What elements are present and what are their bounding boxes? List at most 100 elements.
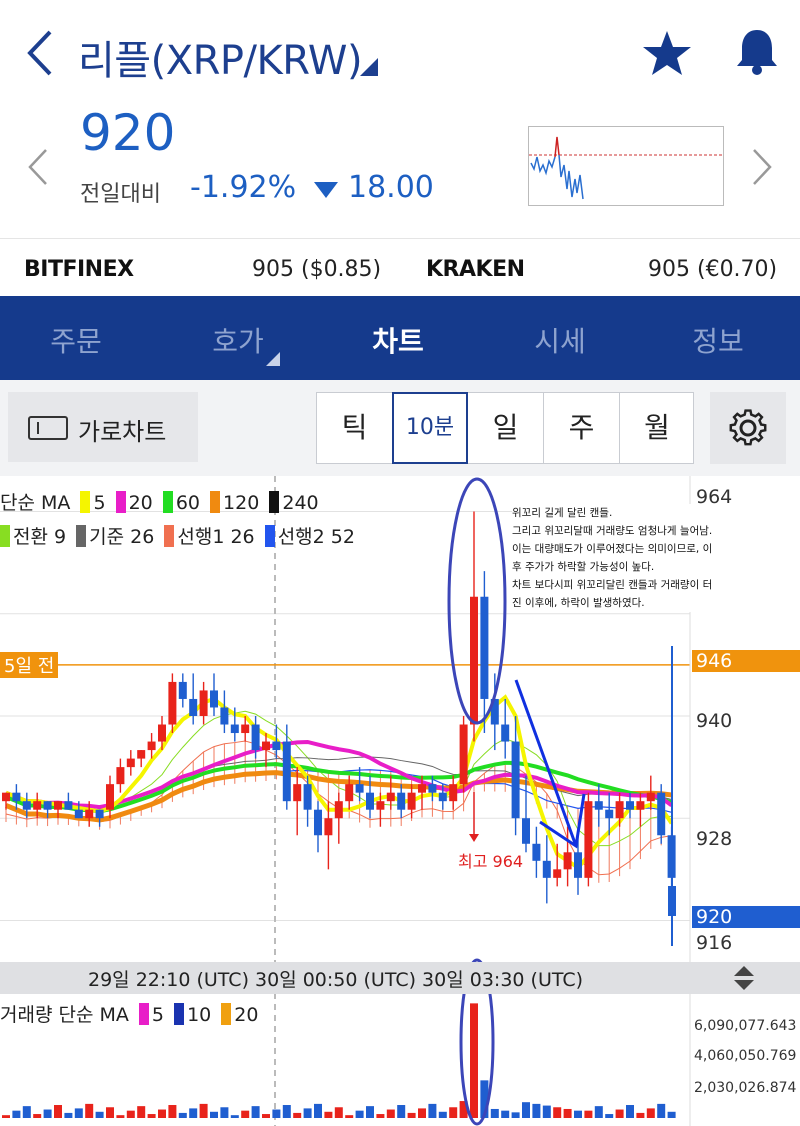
- candle-body: [345, 784, 354, 802]
- candle-body: [605, 809, 614, 819]
- volume-bar: [126, 1110, 135, 1118]
- volume-bar: [230, 1115, 239, 1118]
- ma-swatch: [210, 491, 221, 513]
- alert-button[interactable]: [732, 26, 782, 78]
- candle-body: [438, 792, 447, 802]
- candle-body: [43, 801, 52, 810]
- high-price-label: 최고 964: [458, 852, 524, 871]
- sparkline-before: [530, 156, 556, 176]
- volume-bar: [646, 1108, 655, 1118]
- volume-bar: [262, 1114, 270, 1118]
- candle-body: [574, 852, 582, 878]
- page-title: 리플(XRP/KRW): [78, 38, 363, 84]
- candle-body: [594, 801, 603, 810]
- tab-chart[interactable]: 차트: [338, 320, 458, 360]
- candle-body: [355, 784, 364, 793]
- period-week[interactable]: 주: [544, 393, 620, 463]
- volume-bar: [657, 1103, 666, 1118]
- tab-info[interactable]: 정보: [658, 320, 778, 360]
- volume-bar: [43, 1109, 52, 1118]
- settings-button[interactable]: [710, 392, 786, 464]
- candle-body: [116, 767, 125, 785]
- star-icon: [643, 31, 691, 75]
- ichimoku-legend-item: 선행1 26: [177, 526, 255, 548]
- period-day[interactable]: 일: [468, 393, 544, 463]
- ichimoku-swatch: [164, 525, 175, 547]
- volume-bar: [605, 1114, 614, 1118]
- period-10min[interactable]: 10분: [392, 392, 468, 464]
- days-ago-tag: 5일 전: [0, 652, 59, 678]
- sparkline-after: [558, 154, 584, 200]
- tab-dropdown-icon: [266, 352, 280, 366]
- candle-body: [22, 801, 31, 810]
- annotation-note: 위꼬리 길게 달린 캔들. 그리고 위꼬리달때 거래량도 엄청나게 늘어남. 이…: [512, 504, 770, 612]
- candle-body: [2, 792, 10, 802]
- candle-body: [137, 750, 146, 759]
- volume-tick: 6,090,077.643: [694, 1018, 797, 1034]
- current-price: 920: [80, 104, 176, 162]
- volume-bar: [22, 1106, 31, 1118]
- volume-bar: [574, 1110, 582, 1118]
- volume-bar: [355, 1110, 364, 1118]
- period-tick[interactable]: 틱: [317, 393, 393, 463]
- volume-bar: [376, 1114, 385, 1118]
- volume-bar: [553, 1107, 562, 1118]
- landscape-chart-button[interactable]: 가로차트: [8, 392, 198, 462]
- volume-legend-item: 20: [234, 1004, 259, 1026]
- dropdown-triangle-icon[interactable]: [360, 58, 378, 76]
- volume-bar: [397, 1105, 406, 1118]
- next-coin-button[interactable]: [750, 148, 774, 186]
- candle-body: [199, 690, 208, 716]
- candle-body: [147, 741, 156, 751]
- exchange-name: KRAKEN: [426, 257, 525, 282]
- candle-body: [615, 801, 624, 819]
- candle-body: [106, 784, 114, 810]
- ichimoku-swatch: [264, 525, 275, 547]
- volume-bar: [12, 1110, 21, 1118]
- previous-coin-button[interactable]: [26, 148, 50, 186]
- volume-bar: [407, 1112, 416, 1118]
- ma-legend-label: 단순 MA: [0, 492, 71, 514]
- period-month[interactable]: 월: [619, 393, 695, 463]
- section-tabs: 주문 호가 차트 시세 정보: [0, 296, 800, 380]
- candle-body: [646, 792, 655, 802]
- gear-icon: [729, 409, 767, 446]
- volume-bar: [386, 1109, 395, 1118]
- volume-bar: [241, 1110, 250, 1118]
- volume-tick: 4,060,050.769: [694, 1048, 797, 1064]
- candle-body: [407, 792, 416, 810]
- favorite-button[interactable]: [640, 28, 694, 78]
- down-triangle-icon: [314, 182, 338, 198]
- volume-bar: [147, 1114, 156, 1118]
- candle-body: [303, 784, 312, 810]
- tab-order[interactable]: 주문: [16, 320, 136, 360]
- ichimoku-swatch: [76, 525, 87, 547]
- volume-bar: [490, 1108, 499, 1118]
- ichimoku-legend-item: 전환 9: [13, 526, 67, 548]
- tab-orderbook[interactable]: 호가: [178, 320, 298, 360]
- ma-legend: 단순 MA 5 20 60 120 240: [0, 488, 319, 515]
- current-price-tag: 920: [692, 906, 800, 928]
- back-button[interactable]: [20, 28, 60, 78]
- volume-bar: [158, 1109, 166, 1118]
- volume-bar: [33, 1114, 42, 1118]
- ma-legend-item: 20: [128, 492, 153, 514]
- volume-bar: [470, 1003, 478, 1118]
- chart-resize-toggle[interactable]: [726, 964, 762, 992]
- candle-body: [12, 792, 21, 802]
- candle-body: [386, 792, 395, 802]
- candle-body: [85, 809, 94, 819]
- change-percent: -1.92%: [190, 170, 297, 205]
- tab-market[interactable]: 시세: [500, 320, 620, 360]
- current-candle-body: [668, 886, 676, 916]
- annotation-line: 후 주가가 하락할 가능성이 높다.: [512, 561, 655, 573]
- exchange-prices-row: BITFINEX 905 ($0.85) KRAKEN 905 (€0.70): [0, 238, 800, 296]
- volume-bar: [251, 1106, 260, 1118]
- change-amount: 18.00: [348, 170, 434, 205]
- candle-body: [480, 596, 489, 699]
- volume-bar: [584, 1110, 593, 1118]
- volume-bar: [64, 1112, 73, 1118]
- volume-bar: [522, 1102, 530, 1118]
- volume-legend-label: 거래량 단순 MA: [0, 1004, 129, 1026]
- annotation-line: 차트 보다시피 위꼬리달린 캔들과 거래량이 터: [512, 579, 713, 591]
